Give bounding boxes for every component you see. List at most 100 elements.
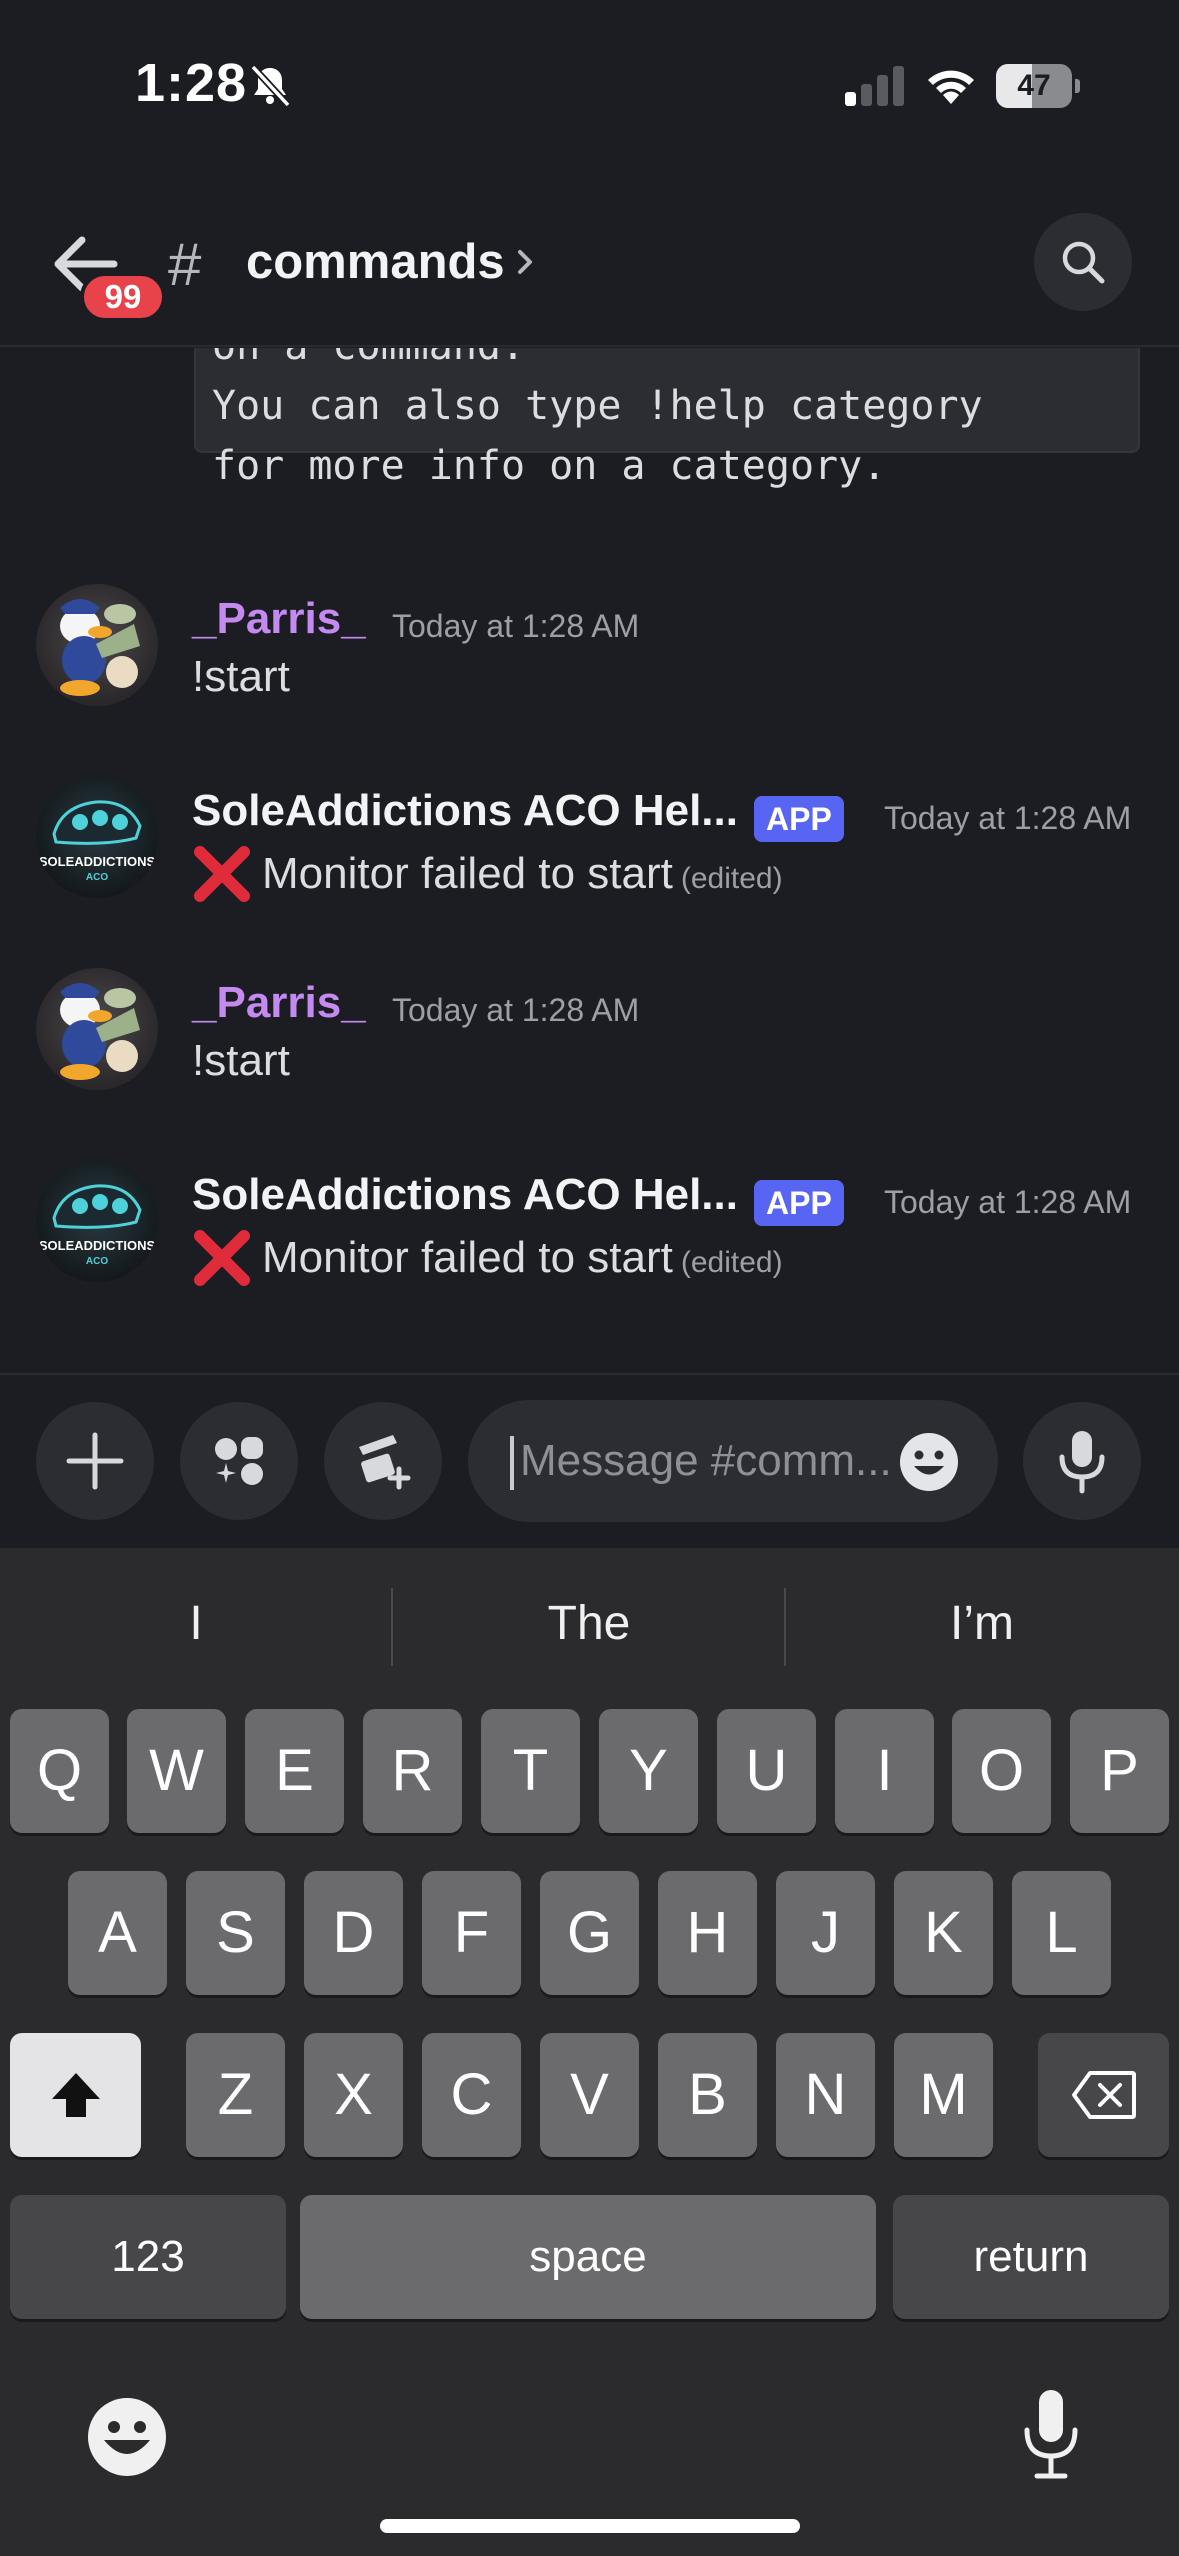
shift-icon — [51, 2073, 100, 2117]
space-key[interactable]: space — [300, 2195, 876, 2319]
key-f[interactable]: F — [422, 1871, 521, 1995]
apps-button[interactable] — [180, 1402, 298, 1520]
key-k[interactable]: K — [894, 1871, 993, 1995]
key-j[interactable]: J — [776, 1871, 875, 1995]
key-b[interactable]: B — [658, 2033, 757, 2157]
message-list[interactable]: on a command. You can also type !help cat… — [0, 348, 1179, 1373]
key-c[interactable]: C — [422, 2033, 521, 2157]
app-tag: APP — [754, 796, 844, 842]
key-y[interactable]: Y — [599, 1709, 698, 1833]
edited-label: (edited) — [680, 1246, 783, 1279]
delete-icon — [1071, 2071, 1136, 2119]
avatar[interactable]: SOLEADDICTIONS ACO — [36, 776, 158, 898]
return-key[interactable]: return — [893, 2195, 1169, 2319]
message-text-content: Monitor failed to start — [262, 849, 673, 898]
message-timestamp: Today at 1:28 AM — [884, 800, 1132, 836]
message-author[interactable]: _Parris_ — [192, 594, 366, 644]
key-w[interactable]: W — [127, 1709, 226, 1833]
key-a[interactable]: A — [68, 1871, 167, 1995]
key-r[interactable]: R — [363, 1709, 462, 1833]
message-text-content: Monitor failed to start — [262, 1233, 673, 1282]
bot-logo-text: SOLEADDICTIONS — [39, 854, 156, 869]
message-item[interactable]: SOLEADDICTIONS ACO SoleAddictions ACO He… — [0, 1160, 1179, 1330]
message-timestamp: Today at 1:28 AM — [392, 992, 640, 1028]
numbers-key[interactable]: 123 — [10, 2195, 286, 2319]
key-s[interactable]: S — [186, 1871, 285, 1995]
message-text: Monitor failed to start (edited) — [192, 1228, 783, 1288]
message-text: !start — [192, 652, 290, 702]
avatar[interactable] — [36, 968, 158, 1090]
avatar[interactable] — [36, 584, 158, 706]
key-u[interactable]: U — [717, 1709, 816, 1833]
key-l[interactable]: L — [1012, 1871, 1111, 1995]
key-v[interactable]: V — [540, 2033, 639, 2157]
cross-mark-icon — [194, 846, 250, 902]
key-x[interactable]: X — [304, 2033, 403, 2157]
bot-logo-subtext: ACO — [86, 1256, 108, 1267]
key-p[interactable]: P — [1070, 1709, 1169, 1833]
duck-avatar-image — [60, 599, 140, 696]
wifi-icon — [928, 70, 974, 104]
message-timestamp: Today at 1:28 AM — [884, 1184, 1132, 1220]
status-time: 1:28 — [135, 53, 248, 113]
voice-message-button[interactable] — [1023, 1402, 1141, 1520]
code-line: for more info on a category. — [212, 443, 887, 489]
app-tag: APP — [754, 1180, 844, 1226]
message-text-content: !start — [192, 652, 290, 701]
key-q[interactable]: Q — [10, 1709, 109, 1833]
search-button[interactable] — [1034, 213, 1132, 311]
message-placeholder: Message #comm... — [520, 1436, 892, 1485]
avatar[interactable]: SOLEADDICTIONS ACO — [36, 1160, 158, 1282]
key-z[interactable]: Z — [186, 2033, 285, 2157]
message-author[interactable]: SoleAddictions ACO Hel... — [192, 786, 738, 836]
channel-hash-icon: # — [168, 231, 202, 298]
prediction-item[interactable]: I’m — [786, 1588, 1178, 1660]
gift-button[interactable] — [324, 1402, 442, 1520]
message-input[interactable]: Message #comm... — [468, 1400, 998, 1522]
key-e[interactable]: E — [245, 1709, 344, 1833]
message-timestamp: Today at 1:28 AM — [392, 608, 640, 644]
search-icon — [1062, 241, 1105, 284]
emoji-icon[interactable] — [898, 1431, 960, 1493]
message-text-content: !start — [192, 1036, 290, 1085]
plus-icon — [66, 1432, 124, 1490]
bot-logo-image: SOLEADDICTIONS ACO — [39, 800, 156, 883]
message-author[interactable]: _Parris_ — [192, 978, 366, 1028]
code-line: on a command. — [212, 348, 1122, 376]
key-o[interactable]: O — [952, 1709, 1051, 1833]
channel-title[interactable]: commands — [246, 234, 505, 290]
battery-icon: 47 — [996, 64, 1080, 108]
key-i[interactable]: I — [835, 1709, 934, 1833]
prediction-item[interactable]: I — [0, 1588, 392, 1660]
message-item[interactable]: _Parris_ Today at 1:28 AM !start — [0, 584, 1179, 754]
key-h[interactable]: H — [658, 1871, 757, 1995]
add-attachment-button[interactable] — [36, 1402, 154, 1520]
message-item[interactable]: SOLEADDICTIONS ACO SoleAddictions ACO He… — [0, 776, 1179, 946]
predictive-text-bar: I The I’m — [0, 1548, 1179, 1698]
message-composer: Message #comm... — [0, 1373, 1179, 1548]
message-author[interactable]: SoleAddictions ACO Hel... — [192, 1170, 738, 1220]
home-indicator[interactable] — [380, 2519, 800, 2533]
key-g[interactable]: G — [540, 1871, 639, 1995]
dictation-icon[interactable] — [1021, 2388, 1081, 2480]
key-n[interactable]: N — [776, 2033, 875, 2157]
key-d[interactable]: D — [304, 1871, 403, 1995]
microphone-icon — [1059, 1431, 1105, 1494]
text-caret — [510, 1436, 514, 1490]
bot-logo-text: SOLEADDICTIONS — [39, 1238, 156, 1253]
on-screen-keyboard: I The I’m Q W E R T Y U I O P A S D F G … — [0, 1548, 1179, 2556]
gift-nitro-icon — [359, 1435, 411, 1490]
message-item[interactable]: _Parris_ Today at 1:28 AM !start — [0, 968, 1179, 1138]
emoji-keyboard-icon[interactable] — [86, 2396, 168, 2478]
key-m[interactable]: M — [894, 2033, 993, 2157]
prediction-item[interactable]: The — [393, 1588, 785, 1660]
apps-icon — [215, 1437, 263, 1485]
delete-key[interactable] — [1038, 2033, 1169, 2157]
chevron-right-icon[interactable] — [512, 242, 540, 282]
message-text: !start — [192, 1036, 290, 1086]
channel-header: 99 # commands — [0, 200, 1179, 347]
code-block: on a command. You can also type !help cat… — [194, 348, 1140, 489]
key-t[interactable]: T — [481, 1709, 580, 1833]
code-line: You can also type !help category — [212, 383, 983, 429]
shift-key[interactable] — [10, 2033, 141, 2157]
